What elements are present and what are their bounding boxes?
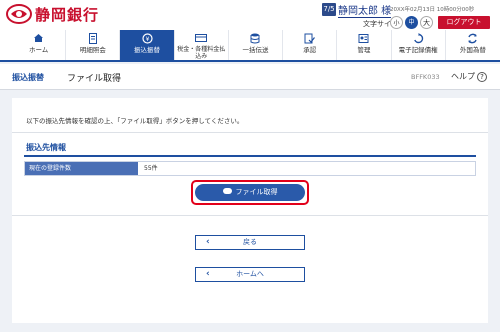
payment-icon [175, 33, 228, 46]
main-card: 以下の振込先情報を確認の上、「ファイル取得」ボタンを押してください。 振込先情報… [12, 98, 488, 323]
svg-text:¥: ¥ [145, 36, 149, 43]
divider [12, 132, 488, 133]
row-label: 現在の登録件数 [25, 162, 138, 175]
nav-item-bulk-transmission[interactable]: 一括伝送 [229, 30, 284, 60]
chevron-left-icon: ‹ [206, 237, 210, 247]
help-icon: ? [477, 72, 487, 82]
nav-item-label: 振込振替 [134, 46, 161, 54]
top-header: 静岡銀行 7/5 静岡太郎 様 20XX年02月13日 10時00分00秒 文字… [0, 0, 500, 30]
font-size-small-button[interactable]: 小 [390, 16, 403, 29]
nav-item-home[interactable]: ホーム [12, 30, 67, 60]
cloud-download-icon [222, 188, 232, 194]
login-datetime: 20XX年02月13日 10時00分00秒 [390, 7, 475, 13]
divider [12, 215, 488, 216]
approval-icon [283, 33, 336, 46]
nav-item-e-receivable[interactable]: 電子記録債権 [392, 30, 446, 60]
nav-item-label: 承認 [303, 46, 317, 54]
user-badge: 7/5 [322, 3, 336, 16]
database-icon [229, 33, 282, 46]
user-name-text: 静岡太郎 様 [338, 6, 392, 18]
nav-item-forex[interactable]: 外国為替 [446, 30, 500, 60]
bank-logo-mark [6, 3, 32, 25]
page-category: 振込振替 [12, 73, 44, 82]
nav-item-label: 管理 [357, 46, 371, 54]
row-value: 55件 [144, 165, 158, 172]
font-size-large-button[interactable]: 大 [420, 16, 433, 29]
section-underline [24, 155, 476, 157]
nav-item-label: 外国為替 [459, 46, 486, 54]
nav-item-approval[interactable]: 承認 [283, 30, 338, 60]
user-name: 静岡太郎 様 [338, 2, 392, 18]
page-title: ファイル取得 [67, 74, 122, 84]
home-button-label: ホームへ [236, 270, 264, 278]
file-download-button-label: ファイル取得 [235, 188, 278, 196]
page-header: 振込振替 ファイル取得 BFFK033 ヘルプ? [0, 64, 500, 90]
screen-code: BFFK033 [411, 73, 440, 81]
nav-item-tax-payment[interactable]: 税金・各種料金払込み [175, 30, 229, 60]
nav-item-admin[interactable]: 管理 [337, 30, 392, 60]
file-download-button[interactable]: ファイル取得 [195, 184, 305, 201]
back-button-label: 戻る [243, 238, 257, 246]
bank-name: 静岡銀行 [35, 5, 100, 24]
e-receivable-icon [392, 33, 445, 46]
bank-logo[interactable]: 静岡銀行 [6, 3, 99, 25]
back-button[interactable]: ‹ 戻る [195, 235, 305, 250]
home-button[interactable]: ‹ ホームへ [195, 267, 305, 282]
chevron-left-icon: ‹ [206, 269, 210, 279]
nav-item-label: 一括伝送 [242, 46, 269, 54]
logout-button[interactable]: ログアウト [438, 16, 490, 29]
forex-icon [446, 33, 500, 46]
global-nav: ホーム 明細照会 ¥ 振込振替 税金・各種料金払込み 一括伝送 承認 管理 電子… [0, 30, 500, 62]
help-link[interactable]: ヘルプ? [451, 71, 487, 82]
yen-transfer-icon: ¥ [120, 33, 173, 46]
nav-item-label: ホーム [28, 46, 49, 54]
nav-item-label: 税金・各種料金払込み [177, 46, 226, 60]
admin-icon [337, 33, 390, 46]
nav-item-transfer[interactable]: ¥ 振込振替 [120, 30, 175, 60]
instruction-text: 以下の振込先情報を確認の上、「ファイル取得」ボタンを押してください。 [26, 117, 244, 125]
document-icon [66, 33, 119, 46]
nav-item-label: 電子記録債権 [398, 46, 438, 54]
nav-item-label: 明細照会 [79, 46, 106, 54]
font-size-medium-button[interactable]: 中 [405, 16, 418, 29]
section-title: 振込先情報 [26, 143, 66, 152]
home-icon [12, 33, 65, 46]
help-label: ヘルプ [451, 72, 475, 81]
info-row: 現在の登録件数 55件 [24, 161, 476, 176]
nav-item-statements[interactable]: 明細照会 [66, 30, 121, 60]
